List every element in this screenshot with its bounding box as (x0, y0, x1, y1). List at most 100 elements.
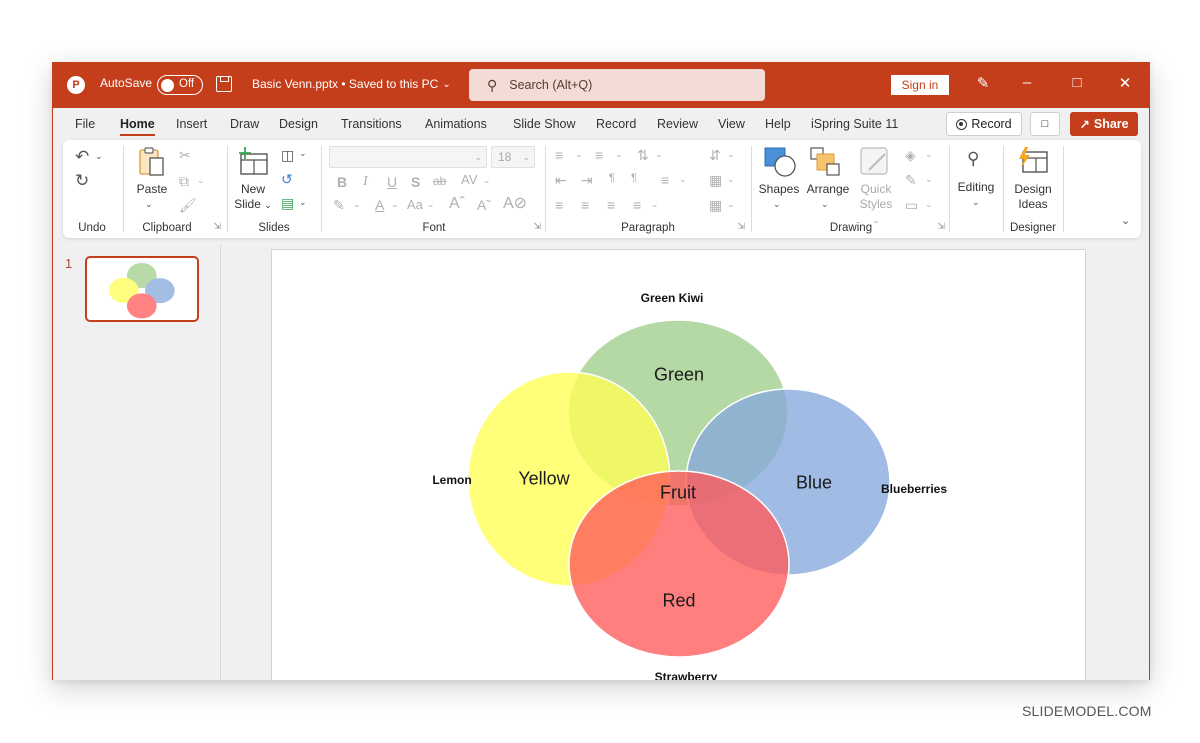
tab-home[interactable]: Home (120, 117, 155, 136)
outer-label-green-kiwi[interactable]: Green Kiwi (641, 291, 704, 305)
editing-button[interactable]: Editing (951, 180, 1001, 195)
paste-button[interactable]: Paste (133, 182, 171, 197)
sign-in-button[interactable]: Sign in (891, 75, 949, 95)
circle-label-green[interactable]: Green (654, 365, 704, 386)
numbering-icon[interactable]: ≡ (595, 148, 603, 162)
arrange-button[interactable]: Arrange (805, 182, 851, 197)
undo-dropdown-icon[interactable]: ⌄ (95, 152, 103, 161)
align-center-icon[interactable]: ≡ (581, 198, 589, 212)
outer-label-strawberry[interactable]: Strawberry (655, 670, 718, 680)
clipboard-launcher-icon[interactable]: ⇲ (213, 221, 221, 232)
new-slide-icon[interactable] (237, 146, 269, 176)
share-button[interactable]: ↗ Share (1070, 112, 1138, 136)
section-icon[interactable]: ▤ (281, 196, 294, 210)
decrease-font-icon[interactable]: Aˇ (477, 198, 491, 212)
pen-sparkle-icon[interactable]: ✎ (971, 74, 995, 92)
font-family-select[interactable]: ⌄ (329, 146, 487, 168)
design-ideas-icon[interactable] (1017, 146, 1049, 176)
columns-icon[interactable]: ≡ (661, 173, 669, 187)
document-title[interactable]: Basic Venn.pptx • Saved to this PC ⌄ (252, 77, 451, 91)
outer-label-blueberries[interactable]: Blueberries (881, 482, 947, 496)
shapes-dropdown-icon[interactable]: ⌄ (773, 200, 781, 209)
cut-icon[interactable]: ✂ (179, 148, 191, 162)
section-dropdown-icon[interactable]: ⌄ (299, 198, 307, 207)
strikethrough-icon[interactable]: ab (433, 175, 446, 187)
arrange-dropdown-icon[interactable]: ⌄ (821, 200, 829, 209)
tab-help[interactable]: Help (765, 117, 791, 131)
format-painter-icon[interactable]: 🖌 (179, 198, 197, 212)
tab-design[interactable]: Design (279, 117, 318, 131)
record-button[interactable]: Record (946, 112, 1022, 136)
new-slide-button[interactable]: New Slide ⌄ (233, 182, 273, 213)
align-text-dropdown-icon[interactable]: ⌄ (727, 175, 735, 184)
minimize-icon[interactable]: – (1015, 74, 1039, 91)
change-case-dropdown-icon[interactable]: ⌄ (427, 200, 435, 209)
tab-transitions[interactable]: Transitions (341, 117, 402, 131)
increase-indent-icon[interactable]: ⇥ (581, 173, 593, 187)
design-ideas-button[interactable]: Design Ideas (1005, 182, 1061, 212)
shape-fill-dropdown-icon[interactable]: ⌄ (925, 150, 933, 159)
comments-button[interactable]: □ (1030, 112, 1060, 136)
paste-dropdown-icon[interactable]: ⌄ (145, 200, 153, 209)
align-text-icon[interactable]: ▦ (709, 173, 722, 187)
arrange-icon[interactable] (809, 146, 843, 178)
font-color-dropdown-icon[interactable]: ⌄ (391, 200, 399, 209)
clear-formatting-icon[interactable]: A⊘ (503, 196, 527, 212)
smartart-icon[interactable]: ▦ (709, 198, 722, 212)
tab-record[interactable]: Record (596, 117, 636, 131)
highlight-icon[interactable]: ✎ (333, 198, 345, 212)
underline-icon[interactable]: U (387, 175, 397, 189)
align-right-icon[interactable]: ≡ (607, 198, 615, 212)
bold-icon[interactable]: B (337, 175, 347, 189)
increase-font-icon[interactable]: Aˆ (449, 196, 465, 212)
tab-draw[interactable]: Draw (230, 117, 259, 131)
circle-label-yellow[interactable]: Yellow (518, 469, 569, 490)
circle-label-blue[interactable]: Blue (796, 473, 832, 494)
paste-icon[interactable] (137, 146, 167, 178)
spacing-dropdown-icon[interactable]: ⌄ (483, 176, 491, 185)
autosave-toggle[interactable]: Off (157, 75, 203, 95)
shapes-button[interactable]: Shapes (757, 182, 801, 197)
text-direction-icon[interactable]: ⇵ (709, 148, 721, 162)
line-spacing-icon[interactable]: ⇅ (637, 148, 649, 162)
save-icon[interactable] (216, 76, 232, 92)
numbering-dropdown-icon[interactable]: ⌄ (615, 150, 623, 159)
shape-fill-icon[interactable]: ◈ (905, 148, 916, 162)
shape-outline-dropdown-icon[interactable]: ⌄ (925, 175, 933, 184)
tab-ispring-suite[interactable]: iSpring Suite 11 (811, 117, 898, 131)
close-icon[interactable]: ✕ (1113, 74, 1137, 92)
quick-styles-icon[interactable] (859, 146, 891, 178)
font-launcher-icon[interactable]: ⇲ (533, 221, 541, 232)
shadow-icon[interactable]: S (411, 175, 420, 189)
tab-animations[interactable]: Animations (425, 117, 487, 131)
center-label-fruit[interactable]: Fruit (660, 483, 696, 504)
undo-icon[interactable]: ↶ (75, 148, 89, 165)
layout-dropdown-icon[interactable]: ⌄ (299, 149, 307, 158)
font-size-select[interactable]: 18 ⌄ (491, 146, 535, 168)
align-left-icon[interactable]: ≡ (555, 198, 563, 212)
tab-slide-show[interactable]: Slide Show (513, 117, 576, 131)
shape-effects-dropdown-icon[interactable]: ⌄ (925, 200, 933, 209)
columns-dropdown-icon[interactable]: ⌄ (679, 175, 687, 184)
justify-icon[interactable]: ≡ (633, 198, 641, 212)
line-spacing-dropdown-icon[interactable]: ⌄ (655, 150, 663, 159)
maximize-icon[interactable]: □ (1065, 74, 1089, 91)
justify-dropdown-icon[interactable]: ⌄ (651, 200, 659, 209)
rtl-icon[interactable]: ¶ (631, 173, 637, 184)
tab-review[interactable]: Review (657, 117, 698, 131)
copy-dropdown-icon[interactable]: ⌄ (197, 176, 205, 185)
redo-icon[interactable]: ↻ (75, 172, 89, 189)
bullets-icon[interactable]: ≡ (555, 148, 563, 162)
font-color-icon[interactable]: A (375, 198, 384, 212)
slide-canvas[interactable]: Green Kiwi Lemon Blueberries Strawberry … (271, 249, 1086, 680)
paragraph-launcher-icon[interactable]: ⇲ (737, 221, 745, 232)
editing-dropdown-icon[interactable]: ⌄ (972, 198, 980, 207)
smartart-dropdown-icon[interactable]: ⌄ (727, 200, 735, 209)
text-direction-dropdown-icon[interactable]: ⌄ (727, 150, 735, 159)
circle-label-red[interactable]: Red (662, 591, 695, 612)
bullets-dropdown-icon[interactable]: ⌄ (575, 150, 583, 159)
shape-effects-icon[interactable]: ▭ (905, 198, 918, 212)
tab-view[interactable]: View (718, 117, 745, 131)
outer-label-lemon[interactable]: Lemon (432, 473, 471, 487)
copy-icon[interactable]: ⧉ (179, 174, 189, 188)
